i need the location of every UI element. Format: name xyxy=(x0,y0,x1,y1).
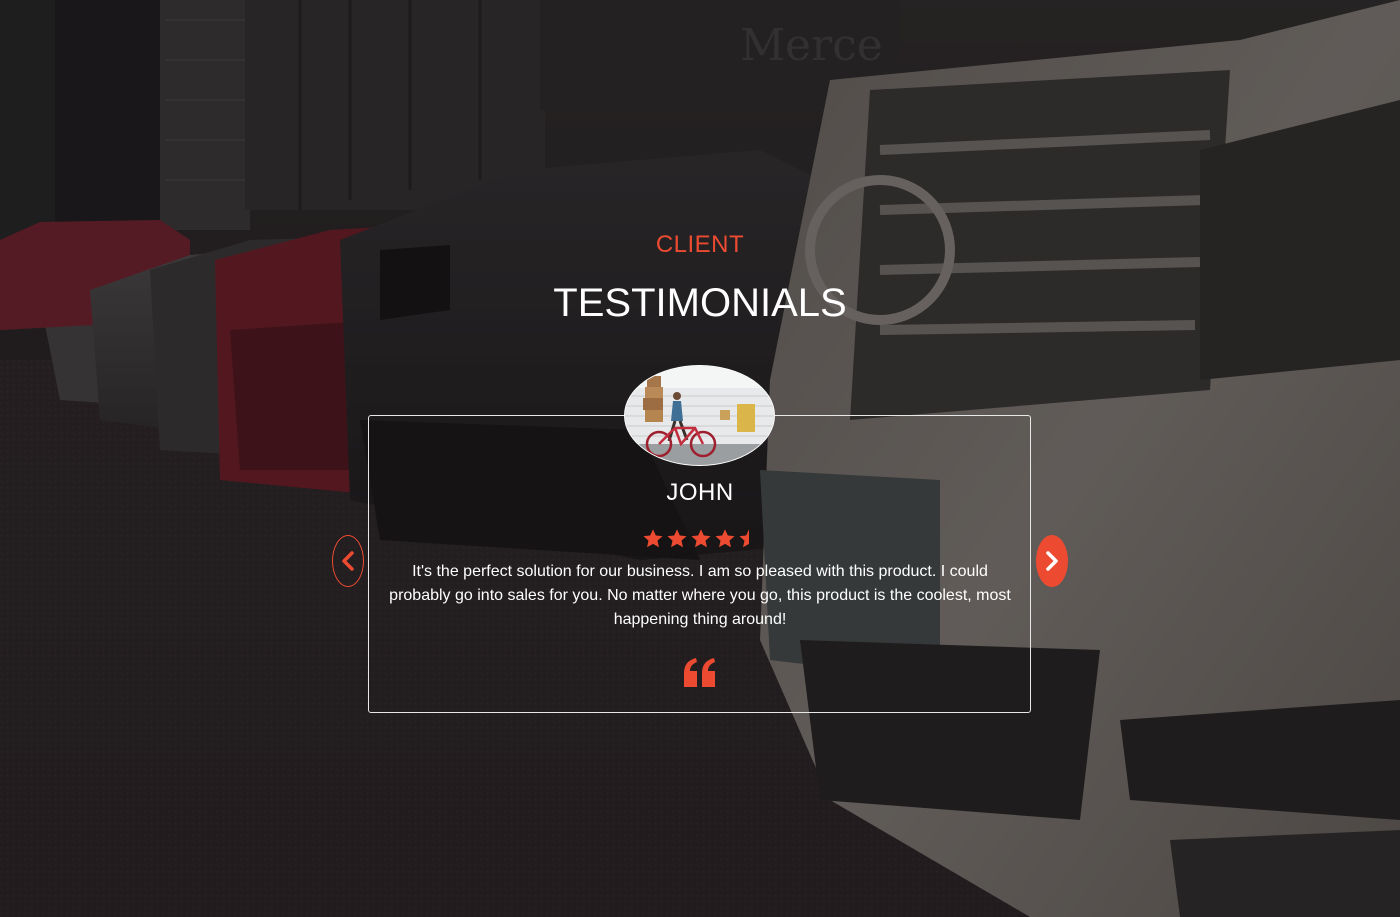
chevron-right-icon xyxy=(1046,551,1058,571)
star-icon xyxy=(691,529,711,548)
avatar xyxy=(624,365,775,466)
star-icon xyxy=(643,529,663,548)
next-button[interactable] xyxy=(1036,535,1068,587)
star-icon xyxy=(715,529,735,548)
testimonial-name: JOHN xyxy=(666,479,734,506)
testimonials-section: Merce CLIENT TESTIMONIALS JOHN It's the … xyxy=(0,0,1400,917)
star-half-icon xyxy=(739,529,749,548)
quote-icon xyxy=(682,657,718,689)
star-rating xyxy=(642,528,760,552)
prev-button[interactable] xyxy=(332,535,364,587)
section-title: TESTIMONIALS xyxy=(553,281,847,325)
star-icon xyxy=(667,529,687,548)
section-eyebrow: CLIENT xyxy=(655,231,745,258)
avatar-photo xyxy=(625,366,774,465)
testimonial-text: It's the perfect solution for our busine… xyxy=(389,563,1011,628)
chevron-left-icon xyxy=(342,551,354,571)
